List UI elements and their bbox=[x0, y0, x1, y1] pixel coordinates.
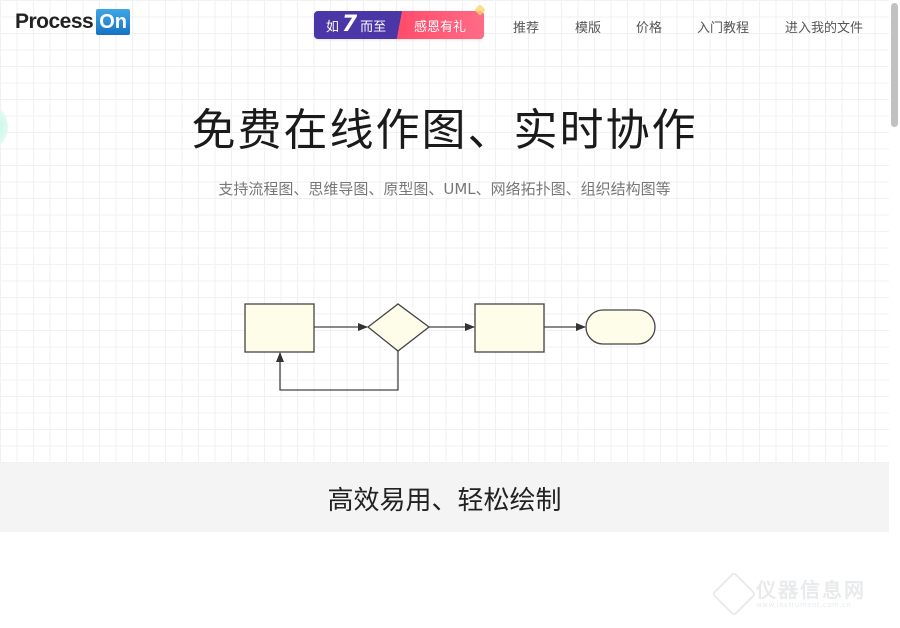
process-box-2 bbox=[474, 303, 545, 353]
terminator bbox=[585, 309, 656, 345]
scrollbar-thumb[interactable] bbox=[891, 3, 898, 127]
process-box-1 bbox=[244, 303, 315, 353]
watermark-url: www.instrument.com.cn bbox=[756, 601, 852, 609]
page: Process On 如 7 而至 感恩有礼 推荐 模版 价格 入门教程 进入我… bbox=[0, 0, 889, 628]
section-title: 高效易用、轻松绘制 bbox=[327, 486, 562, 516]
watermark-logo-icon bbox=[711, 571, 757, 617]
decision-diamond bbox=[366, 303, 431, 352]
flowchart-illustration bbox=[244, 303, 656, 391]
loop-connector bbox=[276, 351, 399, 391]
watermark: 仪器信息网 www.instrument.com.cn bbox=[711, 571, 890, 617]
watermark-name: 仪器信息网 bbox=[756, 578, 866, 602]
